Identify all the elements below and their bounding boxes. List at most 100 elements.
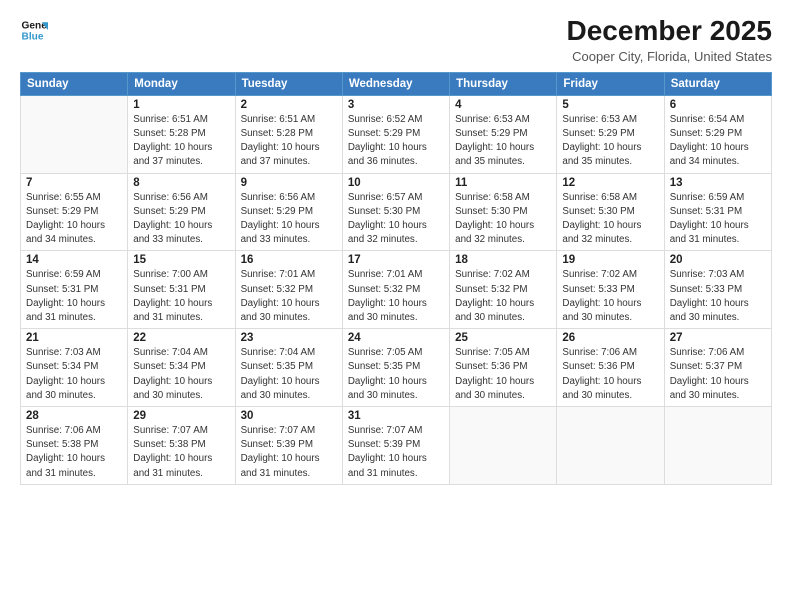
day-number: 4 <box>455 99 551 111</box>
calendar-cell: 18 Sunrise: 7:02 AM Sunset: 5:32 PM Dayli… <box>450 251 557 329</box>
day-number: 15 <box>133 254 229 266</box>
day-number: 14 <box>26 254 122 266</box>
day-info: Sunrise: 7:02 AM Sunset: 5:33 PM Dayligh… <box>562 268 658 325</box>
day-info: Sunrise: 7:00 AM Sunset: 5:31 PM Dayligh… <box>133 268 229 325</box>
day-info: Sunrise: 6:53 AM Sunset: 5:29 PM Dayligh… <box>455 113 551 170</box>
calendar-cell: 17Sunrise: 7:01 AM Sunset: 5:32 PM Dayli… <box>342 251 449 329</box>
logo-icon: General Blue <box>20 16 48 44</box>
day-number: 18 <box>455 254 551 266</box>
day-info: Sunrise: 7:07 AM Sunset: 5:39 PM Dayligh… <box>241 424 337 481</box>
day-info: Sunrise: 7:05 AM Sunset: 5:35 PM Dayligh… <box>348 346 444 403</box>
day-number: 26 <box>562 332 658 344</box>
calendar-cell <box>664 407 771 485</box>
calendar-cell: 13Sunrise: 6:59 AM Sunset: 5:31 PM Dayli… <box>664 173 771 251</box>
day-number: 27 <box>670 332 766 344</box>
day-number: 9 <box>241 177 337 189</box>
day-number: 23 <box>241 332 337 344</box>
day-number: 24 <box>348 332 444 344</box>
day-info: Sunrise: 7:06 AM Sunset: 5:38 PM Dayligh… <box>26 424 122 481</box>
calendar-cell: 20Sunrise: 7:03 AM Sunset: 5:33 PM Dayli… <box>664 251 771 329</box>
calendar-cell: 16 Sunrise: 7:01 AM Sunset: 5:32 PM Dayli… <box>235 251 342 329</box>
day-number: 7 <box>26 177 122 189</box>
day-info: Sunrise: 6:57 AM Sunset: 5:30 PM Dayligh… <box>348 191 444 248</box>
calendar-body: 1 Sunrise: 6:51 AM Sunset: 5:28 PM Daylig… <box>21 95 772 484</box>
day-number: 13 <box>670 177 766 189</box>
day-number: 5 <box>562 99 658 111</box>
day-number: 22 <box>133 332 229 344</box>
day-header-saturday: Saturday <box>664 72 771 95</box>
header: General Blue December 2025 Cooper City, … <box>20 16 772 64</box>
calendar-cell: 2 Sunrise: 6:51 AM Sunset: 5:28 PM Daylig… <box>235 95 342 173</box>
calendar-header-row: SundayMondayTuesdayWednesdayThursdayFrid… <box>21 72 772 95</box>
svg-text:Blue: Blue <box>22 31 44 42</box>
day-info: Sunrise: 6:56 AM Sunset: 5:29 PM Dayligh… <box>241 191 337 248</box>
calendar-cell: 6 Sunrise: 6:54 AM Sunset: 5:29 PM Daylig… <box>664 95 771 173</box>
calendar-cell: 12 Sunrise: 6:58 AM Sunset: 5:30 PM Dayli… <box>557 173 664 251</box>
calendar-cell <box>557 407 664 485</box>
calendar-cell: 19 Sunrise: 7:02 AM Sunset: 5:33 PM Dayli… <box>557 251 664 329</box>
day-number: 21 <box>26 332 122 344</box>
day-info: Sunrise: 7:02 AM Sunset: 5:32 PM Dayligh… <box>455 268 551 325</box>
day-number: 2 <box>241 99 337 111</box>
day-number: 3 <box>348 99 444 111</box>
day-info: Sunrise: 7:06 AM Sunset: 5:36 PM Dayligh… <box>562 346 658 403</box>
day-number: 1 <box>133 99 229 111</box>
day-info: Sunrise: 6:53 AM Sunset: 5:29 PM Dayligh… <box>562 113 658 170</box>
calendar-cell <box>450 407 557 485</box>
calendar-week-row: 21 Sunrise: 7:03 AM Sunset: 5:34 PM Dayli… <box>21 329 772 407</box>
day-number: 10 <box>348 177 444 189</box>
calendar-cell: 10 Sunrise: 6:57 AM Sunset: 5:30 PM Dayli… <box>342 173 449 251</box>
calendar: SundayMondayTuesdayWednesdayThursdayFrid… <box>20 72 772 485</box>
day-number: 31 <box>348 410 444 422</box>
calendar-cell: 28 Sunrise: 7:06 AM Sunset: 5:38 PM Dayli… <box>21 407 128 485</box>
day-header-thursday: Thursday <box>450 72 557 95</box>
day-number: 12 <box>562 177 658 189</box>
day-info: Sunrise: 6:54 AM Sunset: 5:29 PM Dayligh… <box>670 113 766 170</box>
day-info: Sunrise: 7:01 AM Sunset: 5:32 PM Dayligh… <box>241 268 337 325</box>
day-number: 16 <box>241 254 337 266</box>
calendar-cell: 3 Sunrise: 6:52 AM Sunset: 5:29 PM Daylig… <box>342 95 449 173</box>
day-number: 11 <box>455 177 551 189</box>
logo: General Blue <box>20 16 48 44</box>
calendar-cell: 25Sunrise: 7:05 AM Sunset: 5:36 PM Dayli… <box>450 329 557 407</box>
page-container: General Blue December 2025 Cooper City, … <box>0 0 792 612</box>
day-info: Sunrise: 6:56 AM Sunset: 5:29 PM Dayligh… <box>133 191 229 248</box>
calendar-cell: 1 Sunrise: 6:51 AM Sunset: 5:28 PM Daylig… <box>128 95 235 173</box>
day-number: 19 <box>562 254 658 266</box>
day-header-friday: Friday <box>557 72 664 95</box>
calendar-cell: 22Sunrise: 7:04 AM Sunset: 5:34 PM Dayli… <box>128 329 235 407</box>
day-number: 29 <box>133 410 229 422</box>
day-header-sunday: Sunday <box>21 72 128 95</box>
calendar-cell: 15 Sunrise: 7:00 AM Sunset: 5:31 PM Dayli… <box>128 251 235 329</box>
calendar-cell: 23Sunrise: 7:04 AM Sunset: 5:35 PM Dayli… <box>235 329 342 407</box>
day-info: Sunrise: 6:51 AM Sunset: 5:28 PM Dayligh… <box>133 113 229 170</box>
day-number: 8 <box>133 177 229 189</box>
day-info: Sunrise: 6:51 AM Sunset: 5:28 PM Dayligh… <box>241 113 337 170</box>
calendar-cell: 31 Sunrise: 7:07 AM Sunset: 5:39 PM Dayli… <box>342 407 449 485</box>
day-info: Sunrise: 7:07 AM Sunset: 5:38 PM Dayligh… <box>133 424 229 481</box>
day-info: Sunrise: 7:05 AM Sunset: 5:36 PM Dayligh… <box>455 346 551 403</box>
calendar-week-row: 7 Sunrise: 6:55 AM Sunset: 5:29 PM Daylig… <box>21 173 772 251</box>
title-section: December 2025 Cooper City, Florida, Unit… <box>567 16 772 64</box>
day-info: Sunrise: 6:55 AM Sunset: 5:29 PM Dayligh… <box>26 191 122 248</box>
day-info: Sunrise: 6:52 AM Sunset: 5:29 PM Dayligh… <box>348 113 444 170</box>
day-info: Sunrise: 7:03 AM Sunset: 5:34 PM Dayligh… <box>26 346 122 403</box>
month-title: December 2025 <box>567 16 772 47</box>
day-number: 6 <box>670 99 766 111</box>
day-number: 28 <box>26 410 122 422</box>
day-header-wednesday: Wednesday <box>342 72 449 95</box>
calendar-cell: 29 Sunrise: 7:07 AM Sunset: 5:38 PM Dayli… <box>128 407 235 485</box>
day-header-tuesday: Tuesday <box>235 72 342 95</box>
calendar-cell <box>21 95 128 173</box>
calendar-cell: 7 Sunrise: 6:55 AM Sunset: 5:29 PM Daylig… <box>21 173 128 251</box>
location: Cooper City, Florida, United States <box>567 49 772 64</box>
calendar-cell: 30Sunrise: 7:07 AM Sunset: 5:39 PM Dayli… <box>235 407 342 485</box>
calendar-week-row: 28 Sunrise: 7:06 AM Sunset: 5:38 PM Dayli… <box>21 407 772 485</box>
day-info: Sunrise: 6:58 AM Sunset: 5:30 PM Dayligh… <box>562 191 658 248</box>
calendar-cell: 24 Sunrise: 7:05 AM Sunset: 5:35 PM Dayli… <box>342 329 449 407</box>
calendar-cell: 14Sunrise: 6:59 AM Sunset: 5:31 PM Dayli… <box>21 251 128 329</box>
day-info: Sunrise: 7:07 AM Sunset: 5:39 PM Dayligh… <box>348 424 444 481</box>
calendar-cell: 4 Sunrise: 6:53 AM Sunset: 5:29 PM Daylig… <box>450 95 557 173</box>
day-info: Sunrise: 7:01 AM Sunset: 5:32 PM Dayligh… <box>348 268 444 325</box>
calendar-cell: 26 Sunrise: 7:06 AM Sunset: 5:36 PM Dayli… <box>557 329 664 407</box>
